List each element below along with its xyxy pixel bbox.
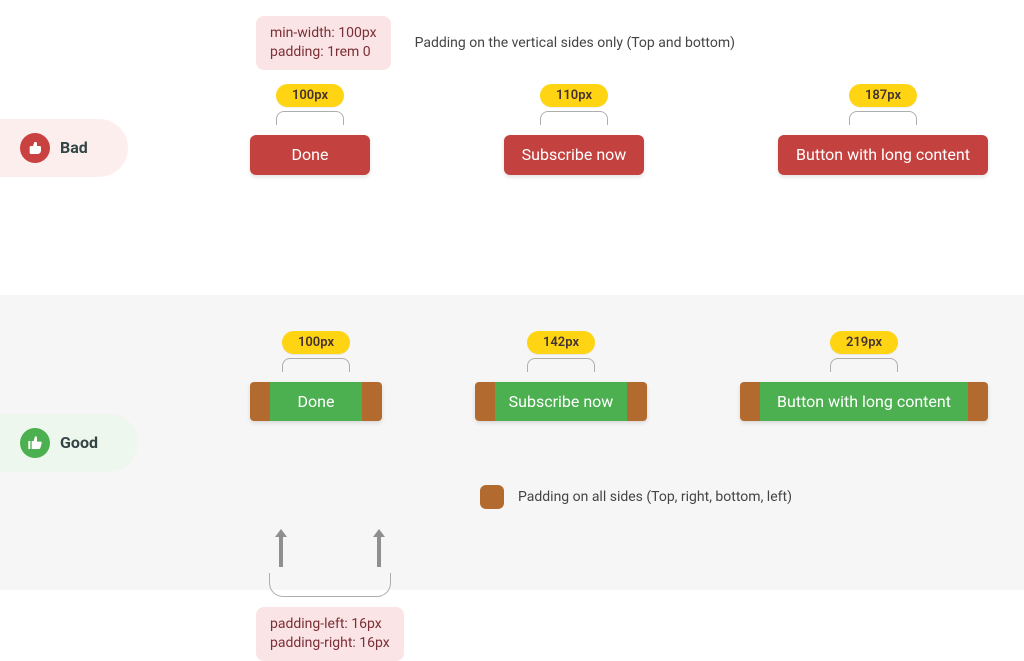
bad-button-example: 100px Done [250,84,370,175]
demo-button: Subscribe now [495,382,627,421]
code-line: padding: 1rem 0 [270,43,377,62]
code-line: min-width: 100px [270,24,377,43]
padding-swatch [475,382,495,421]
legend: Padding on all sides (Top, right, bottom… [480,485,998,509]
padding-swatch [740,382,760,421]
good-code: padding-left: 16px padding-right: 16px [256,607,404,661]
padding-swatch [968,382,988,421]
demo-button: Button with long content [778,135,988,175]
demo-button: Button with long content [760,382,968,421]
good-pill: Good [0,414,138,472]
bad-row: Bad min-width: 100px padding: 1rem 0 Pad… [0,0,1024,295]
bad-pill: Bad [0,119,128,177]
good-note: Padding on all sides (Top, right, bottom… [518,489,792,505]
good-button-example: 219px Button with long content [740,331,988,421]
demo-button: Subscribe now [504,135,644,175]
padding-swatch-icon [480,485,504,509]
bad-note: Padding on the vertical sides only (Top … [415,35,735,51]
width-badge: 100px [276,84,344,107]
bad-label: Bad [60,138,88,157]
width-badge: 187px [849,84,917,107]
width-badge: 219px [830,331,898,354]
code-line: padding-left: 16px [270,615,390,634]
bad-button-example: 110px Subscribe now [504,84,644,175]
code-line: padding-right: 16px [270,634,390,653]
padding-swatch [627,382,647,421]
padding-swatch [250,382,270,421]
thumbs-up-icon [20,428,50,458]
demo-button: Done [250,135,370,175]
width-badge: 142px [527,331,595,354]
bad-button-example: 187px Button with long content [778,84,988,175]
good-row: Good 100px Done 142px Subscribe now 219p… [0,295,1024,590]
good-button-example: 100px Done [250,331,382,421]
bad-code: min-width: 100px padding: 1rem 0 [256,16,391,70]
demo-button: Done [270,382,362,421]
width-badge: 100px [282,331,350,354]
good-label: Good [60,433,98,452]
padding-arrows: padding-left: 16px padding-right: 16px [256,527,404,661]
padding-swatch [362,382,382,421]
width-badge: 110px [540,84,608,107]
thumbs-down-icon [20,133,50,163]
good-button-example: 142px Subscribe now [475,331,647,421]
